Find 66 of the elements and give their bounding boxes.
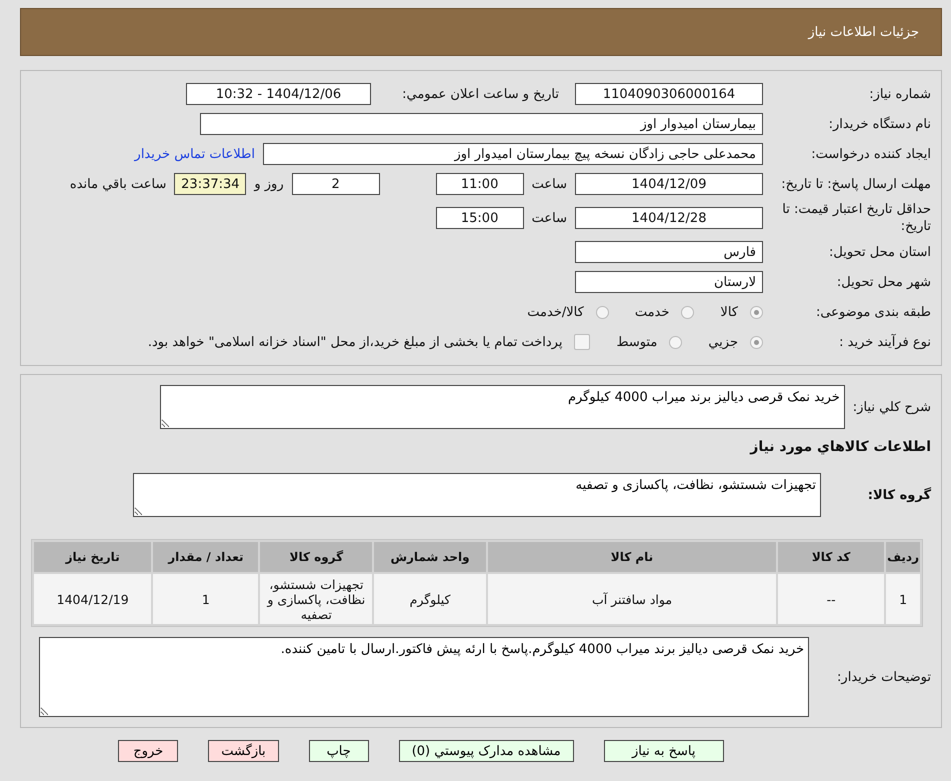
option-label: کالا [720,304,738,320]
column-header: گروه کالا [260,542,372,572]
action-button[interactable]: خروج [118,740,178,762]
field-label: شماره نياز: [868,86,931,102]
days-label: روز و [254,176,284,192]
table-cell: 1 [886,574,920,624]
radio-button[interactable] [750,306,763,318]
column-header: رديف [886,542,920,572]
table-cell: کيلوگرم [374,574,486,624]
field-label: شهر محل تحويل: [836,274,931,290]
time-field: 15:00 [436,207,524,229]
option-label: متوسط [616,334,658,350]
table-cell: -- [778,574,884,624]
value-field: لارستان [575,271,763,293]
time-label: ساعت [532,210,567,226]
radio-button[interactable] [750,336,763,348]
radio-button[interactable] [669,336,682,348]
date-field: 1404/12/28 [575,207,763,229]
date-field: 1404/12/09 [575,173,763,195]
field-label: توضيحات خريدار: [837,668,931,686]
section-title: اطلاعات کالاهاي مورد نياز [748,439,931,455]
field-label: استان محل تحويل: [828,244,931,260]
column-header: واحد شمارش [374,542,486,572]
time-label: ساعت [532,176,567,192]
value-field: 1404/12/06 - 10:32 [186,83,371,105]
value-field: 1104090306000164 [575,83,763,105]
field-label: شرح کلي نياز: [852,398,931,416]
column-header: کد کالا [778,542,884,572]
field-label: مهلت ارسال پاسخ: تا تاريخ: [780,176,931,192]
action-button[interactable]: مشاهده مدارک پيوستي (0) [398,740,574,762]
notes-field[interactable]: خريد نمک قرصی دياليز برند ميراب 4000 کيلوگرم.پاسخ با ارئه پيش فاکتور.ارسال با تامين کننده. [39,637,810,717]
radio-button[interactable] [681,306,694,318]
option-label: پرداخت تمام یا بخشی از مبلغ خرید،از محل "اسناد خزانه اسلامی" خواهد بود. [148,334,562,350]
option-label: کالا/خدمت [527,304,584,320]
table-cell: تجهيزات شستشو، نظافت، پاکسازی و تصفيه [260,574,372,624]
field-label: گروه کالا: [866,486,931,504]
remaining-label: ساعت باقي مانده [70,176,166,192]
field-label: تاريخ و ساعت اعلان عمومي: [401,86,559,102]
remaining-time: 23:37:34 [174,173,246,195]
table-cell: 1 [153,574,258,624]
radio-button[interactable] [596,306,609,318]
action-button[interactable]: بازگشت [208,740,279,762]
column-header: نام کالا [488,542,776,572]
table-cell: مواد سافتنر آب [488,574,776,624]
table-cell: 1404/12/19 [34,574,152,624]
value-field: فارس [575,241,763,263]
page-header: جزئيات اطلاعات نياز [20,8,942,56]
group-field[interactable]: تجهيزات شستشو، نظافت، پاکسازی و تصفيه [133,473,821,517]
field-label: نوع فرآیند خرید : [838,334,931,350]
checkbox[interactable] [574,334,590,350]
action-button[interactable]: چاپ [308,740,369,762]
action-button[interactable]: پاسخ به نياز [604,740,724,762]
days-field: 2 [292,173,380,195]
value-field: محمدعلی حاجی زادگان نسخه پیچ بیمارستان امیدوار اوز [263,143,763,165]
option-label: خدمت [634,304,670,320]
option-label: جزيي [708,334,738,350]
value-field: بيمارستان اميدوار اوز [200,113,763,135]
contact-link[interactable]: اطلاعات تماس خريدار [134,146,255,162]
column-header: تاريخ نياز [34,542,152,572]
column-header: تعداد / مقدار [153,542,258,572]
field-label: طبقه بندی موضوعی: [814,304,931,320]
field-label: ايجاد کننده درخواست: [810,146,931,162]
summary-field[interactable]: خريد نمک قرصی دياليز برند ميراب 4000 کيلوگرم [160,385,845,429]
time-field: 11:00 [436,173,524,195]
field-label: حداقل تاريخ اعتبار قيمت: تا تاريخ: [781,201,931,235]
field-label: نام دستگاه خريدار: [828,116,931,132]
